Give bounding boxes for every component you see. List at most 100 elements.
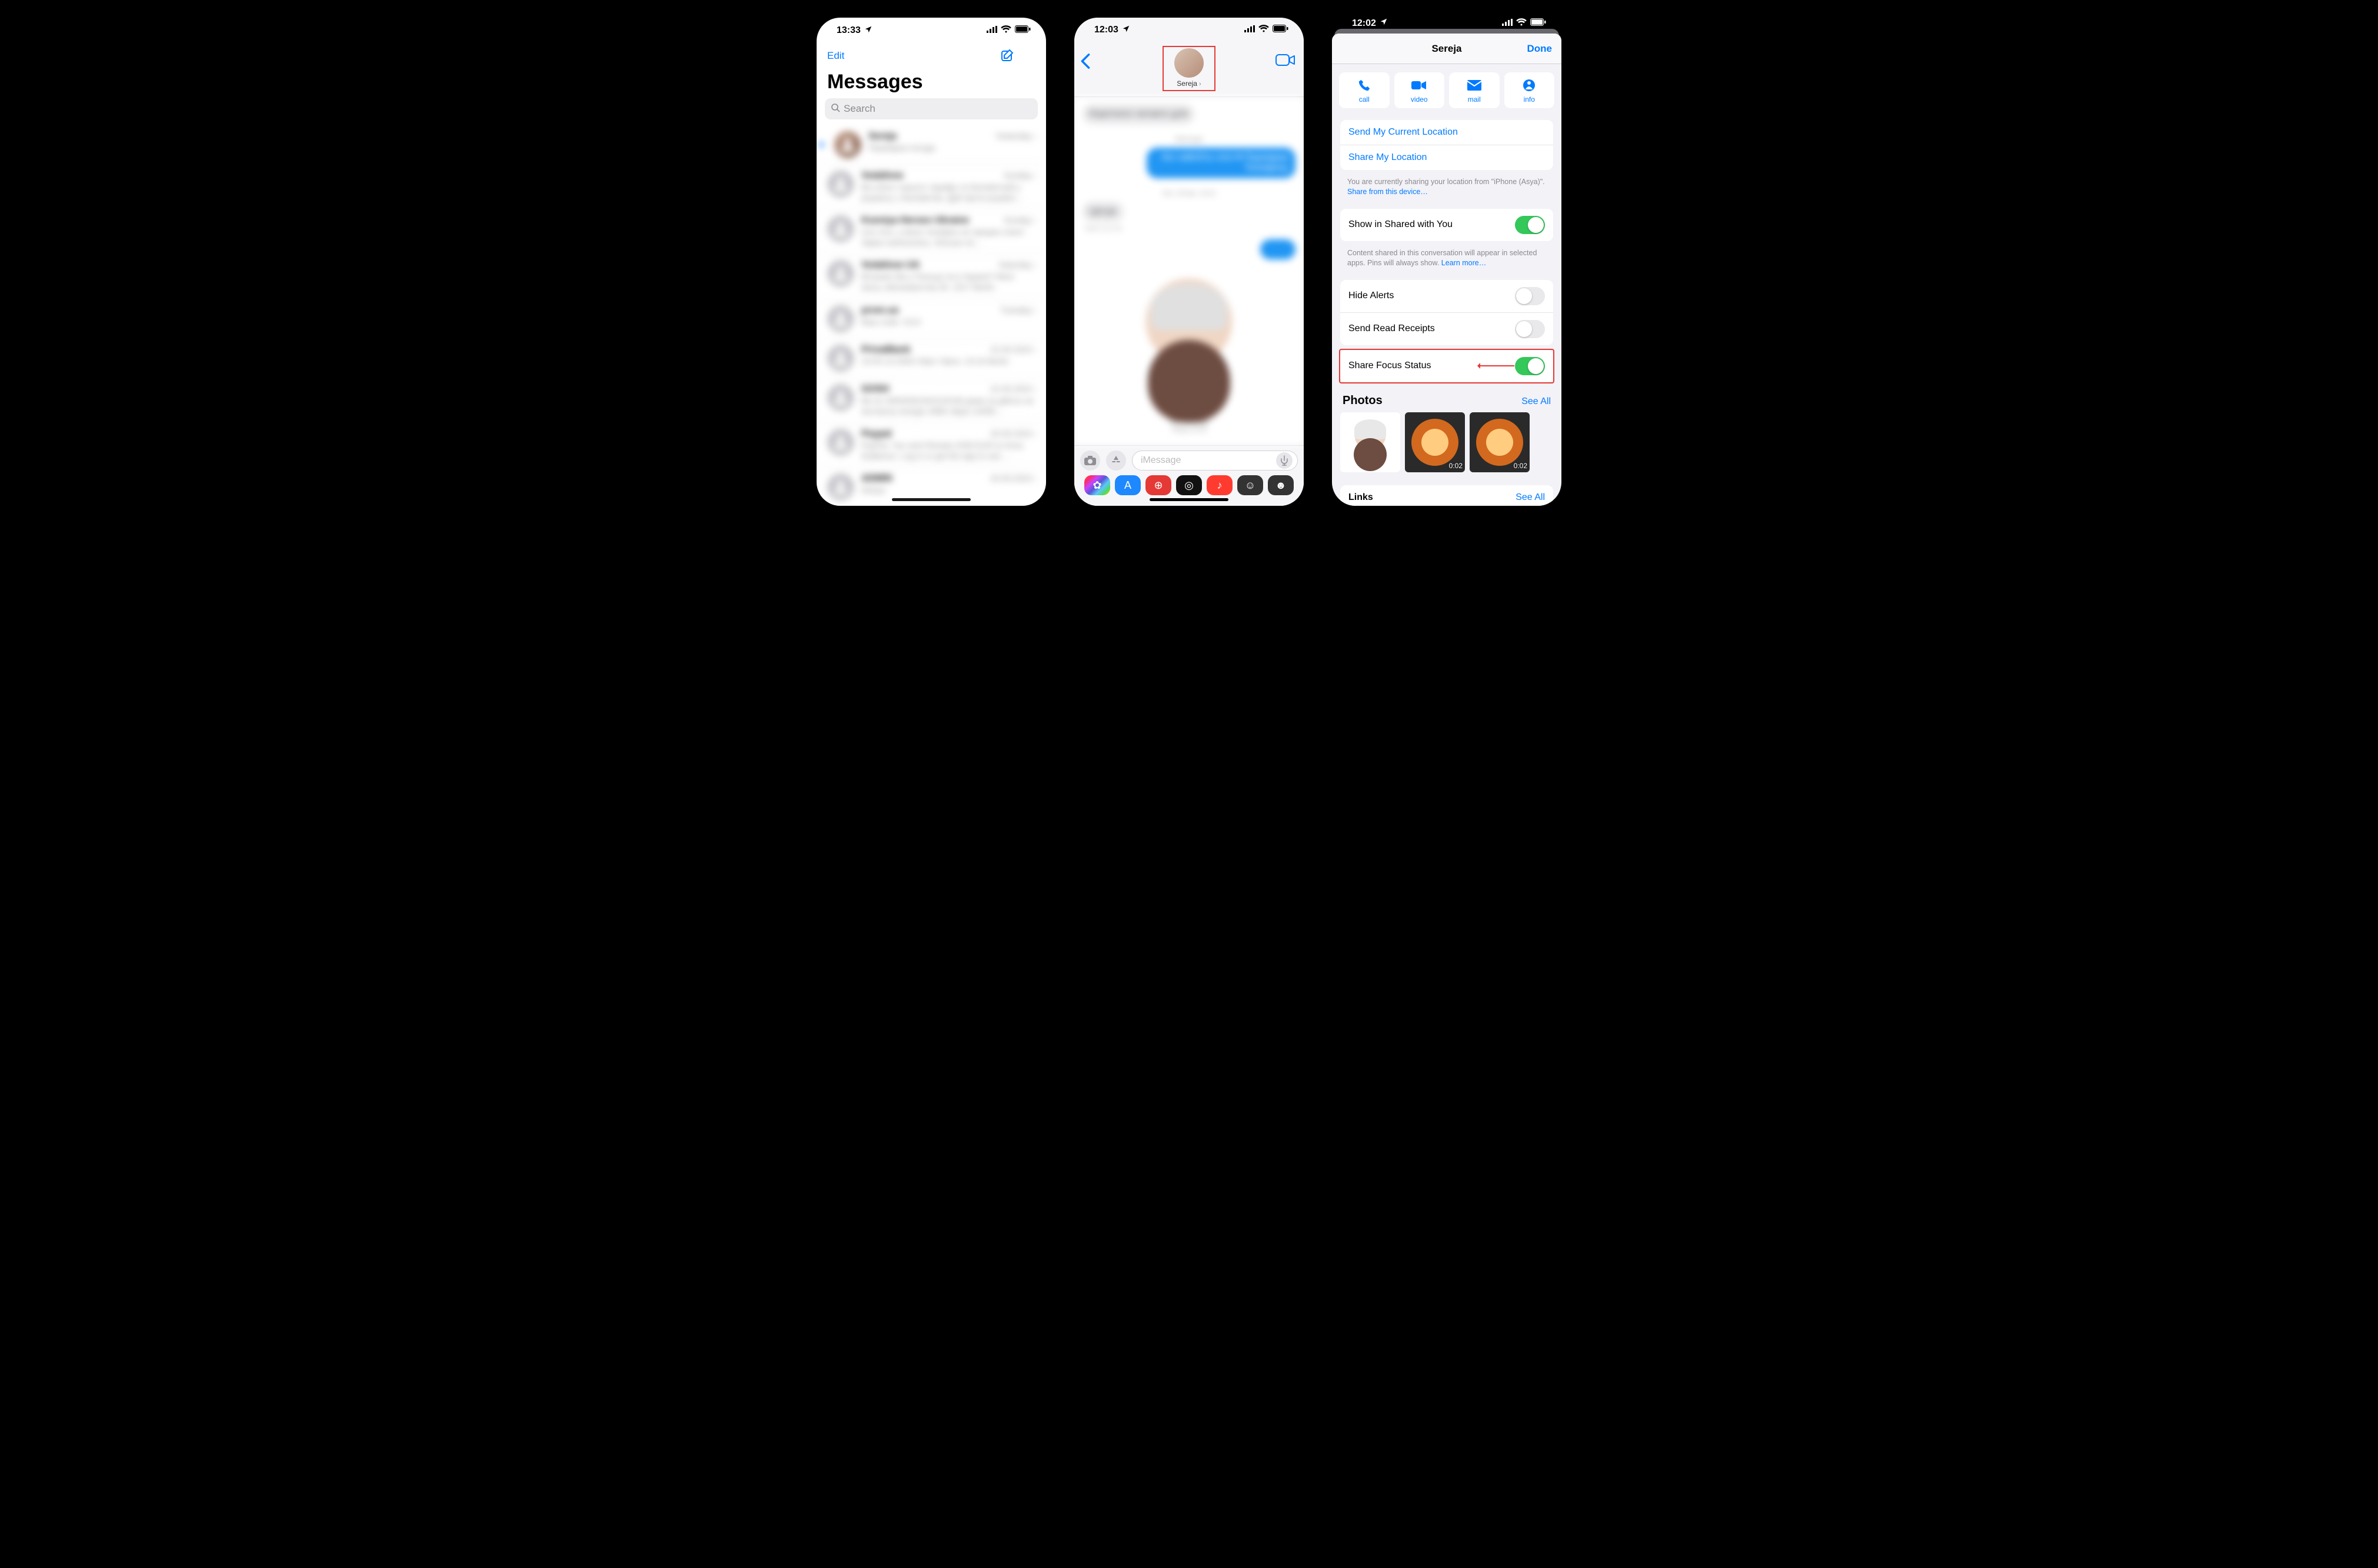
conversation-name: ADMIN <box>861 473 892 484</box>
avatar <box>827 171 854 198</box>
done-button[interactable]: Done <box>1527 43 1553 55</box>
home-indicator[interactable] <box>892 498 971 501</box>
duration-badge: 0:02 <box>1449 462 1463 470</box>
phone-icon <box>1358 78 1371 92</box>
conversation-time: Sunday › <box>1004 171 1037 180</box>
video-button[interactable]: video <box>1394 72 1445 108</box>
call-button[interactable]: call <box>1339 72 1390 108</box>
status-bar: 12:02 <box>1332 18 1561 29</box>
message-placeholder: iMessage <box>1141 455 1181 466</box>
hide-alerts-toggle[interactable] <box>1515 287 1545 305</box>
photos-see-all[interactable]: See All <box>1521 396 1551 407</box>
search-input[interactable]: Search <box>825 98 1038 119</box>
conversation-row[interactable]: prom.ua Tuesday › Ваш code: 2113 <box>817 299 1046 339</box>
imessage-label: iMessage <box>1083 136 1295 143</box>
conversation-name: PrivatBank <box>861 345 911 355</box>
photos-row[interactable]: 0:02 0:02 <box>1332 412 1561 482</box>
location-footer: You are currently sharing your location … <box>1332 174 1561 205</box>
contact-sheet[interactable]: Sereja Done call video mail in <box>1332 34 1561 506</box>
nav-bar: Edit <box>817 44 1046 68</box>
photos-section-header: Photos See All <box>1332 386 1561 412</box>
battery-icon <box>1015 25 1031 36</box>
share-from-device-link[interactable]: Share from this device… <box>1347 188 1428 196</box>
alerts-card: Hide Alerts Send Read Receipts <box>1340 280 1553 345</box>
avatar <box>827 260 854 287</box>
conversation-row[interactable]: Sereja Yesterday › Перевірка погоди <box>817 125 1046 165</box>
home-indicator[interactable] <box>1150 498 1228 501</box>
read-receipts-toggle[interactable] <box>1515 320 1545 338</box>
app-chip-photos[interactable]: ✿ <box>1084 475 1110 495</box>
phone-contact-details: 12:02 Sereja Done call <box>1332 18 1561 506</box>
conversation-row[interactable]: Kseniya Heroes Ukraine Sunday › Ало Ася,… <box>817 209 1046 254</box>
mail-icon <box>1467 78 1481 92</box>
photo-thumb[interactable] <box>1340 412 1400 472</box>
send-current-location[interactable]: Send My Current Location <box>1340 120 1553 145</box>
conversation-row[interactable]: GOSH 22.05.2023 › Ви не 2600030232012015… <box>817 378 1046 423</box>
conversation-time: Saturday › <box>998 260 1037 269</box>
chat-area[interactable]: Короткого читаего для iMessage iho чийсб… <box>1074 97 1304 445</box>
conversation-preview: Перевірка погоди <box>868 143 1037 154</box>
shared-footer: Content shared in this conversation will… <box>1332 245 1561 276</box>
status-icons <box>987 25 1031 36</box>
links-see-all[interactable]: See All <box>1516 492 1545 503</box>
mail-button[interactable]: mail <box>1449 72 1500 108</box>
contact-header[interactable]: Sereja <box>1163 46 1215 91</box>
highlight-annotation: Share Focus Status <box>1339 349 1554 383</box>
app-strip[interactable]: ✿A⊕◎♪☺☻ <box>1080 471 1298 502</box>
conversation-time: Sunday › <box>1004 215 1037 225</box>
status-bar: 13:33 <box>817 18 1046 44</box>
conversation-time: 22.05.2023 › <box>990 384 1037 393</box>
app-chip-music[interactable]: ♪ <box>1207 475 1233 495</box>
battery-icon <box>1530 18 1546 29</box>
location-arrow-icon <box>1380 18 1388 29</box>
hide-alerts-row: Hide Alerts <box>1340 280 1553 313</box>
share-focus-status-row: Share Focus Status <box>1340 350 1553 382</box>
conversation-row[interactable]: Paypal 20.05.2023 › PayPal. You sent Ren… <box>817 423 1046 468</box>
app-chip-appstore[interactable]: A <box>1115 475 1141 495</box>
app-store-button[interactable] <box>1106 451 1126 471</box>
links-card: Links See All <box>1340 485 1553 506</box>
learn-more-link[interactable]: Learn more… <box>1441 259 1486 267</box>
wifi-icon <box>1516 18 1527 29</box>
info-button[interactable]: info <box>1504 72 1555 108</box>
conversation-time: 20.05.2023 › <box>990 429 1037 438</box>
annotation-arrow-icon <box>1479 365 1514 366</box>
status-time: 12:03 <box>1094 25 1118 35</box>
search-placeholder: Search <box>844 103 875 115</box>
links-row[interactable]: Links See All <box>1340 485 1553 506</box>
app-chip-memoji2[interactable]: ☻ <box>1268 475 1294 495</box>
app-chip-memoji-red[interactable]: ⊕ <box>1145 475 1171 495</box>
shared-with-you-toggle[interactable] <box>1515 216 1545 234</box>
conversation-preview: Ви не 26000302320120158 дома за дійсно н… <box>861 396 1037 416</box>
conversation-row[interactable]: PrivatBank 22.05.2023 › 19.05.14.2009 Vi… <box>817 339 1046 378</box>
edit-button[interactable]: Edit <box>827 50 862 62</box>
conversation-row[interactable]: Vodafone Sunday › Ви клієнт нашого тариф… <box>817 165 1046 209</box>
camera-button[interactable] <box>1080 451 1100 471</box>
status-icons <box>1502 18 1546 29</box>
compose-icon[interactable] <box>1000 48 1035 64</box>
cellular-icon <box>1502 18 1513 29</box>
conversation-name: Vodafone <box>861 171 904 181</box>
photo-thumb[interactable]: 0:02 <box>1405 412 1465 472</box>
back-button[interactable] <box>1080 53 1091 74</box>
status-bar: 12:03 <box>1074 18 1304 42</box>
sheet-header: Sereja Done <box>1332 34 1561 64</box>
message-input[interactable]: iMessage <box>1132 451 1298 471</box>
app-chip-activity[interactable]: ◎ <box>1176 475 1202 495</box>
share-focus-status-toggle[interactable] <box>1515 357 1545 375</box>
app-chip-memoji1[interactable]: ☺ <box>1237 475 1263 495</box>
facetime-video-icon[interactable] <box>1275 53 1295 70</box>
avatar <box>827 215 854 242</box>
conversation-list[interactable]: Sereja Yesterday › Перевірка погоди Voda… <box>817 125 1046 506</box>
page-title: Messages <box>817 68 1046 98</box>
conversation-preview: 19.05.14.2009 Vitaiv Yakov. 15:24 Berlin <box>861 356 1037 367</box>
outgoing-bubble <box>1260 239 1295 259</box>
share-my-location[interactable]: Share My Location <box>1340 145 1553 170</box>
dictate-icon[interactable] <box>1276 452 1293 469</box>
conversation-name: Paypal <box>861 429 892 439</box>
info-icon <box>1523 78 1536 92</box>
contact-avatar <box>1174 48 1204 78</box>
photo-thumb[interactable]: 0:02 <box>1470 412 1530 472</box>
sheet-backdrop: Sereja Done call video mail in <box>1332 29 1561 506</box>
conversation-row[interactable]: Vodafone UA Saturday › Вітаємо! Ви у Пол… <box>817 254 1046 299</box>
